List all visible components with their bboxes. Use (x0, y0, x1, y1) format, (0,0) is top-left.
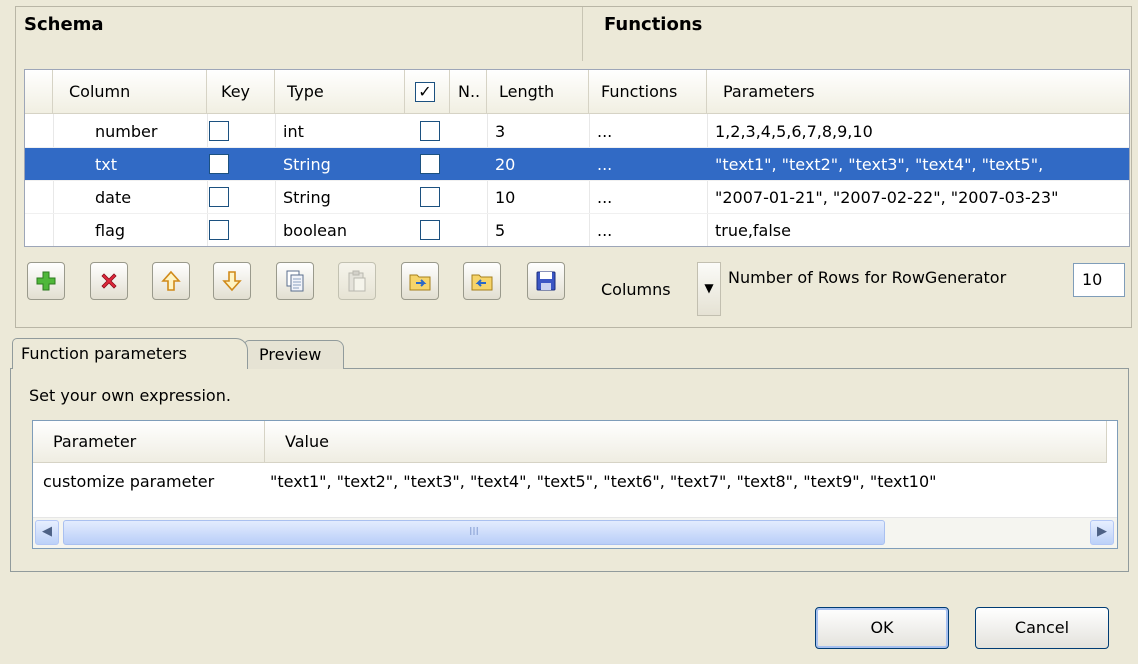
table-row[interactable]: date String 10 ... "2007-01-21", "2007-0… (25, 181, 1129, 214)
export-icon (471, 274, 493, 291)
table-header: Column Key Type ✓ N.. Length Functions P… (25, 70, 1129, 114)
rows-label: Number of Rows for RowGenerator (728, 268, 1007, 287)
key-checkbox[interactable] (209, 121, 229, 141)
move-up-icon (161, 270, 181, 291)
tab-function-parameters[interactable]: Function parameters (12, 338, 248, 369)
ok-button[interactable]: OK (815, 607, 949, 649)
columns-label: Columns (601, 280, 671, 299)
nullable-checkbox[interactable] (420, 121, 440, 141)
header-key[interactable]: Key (207, 70, 275, 114)
cell-length[interactable]: 10 (487, 181, 587, 214)
cell-parameters[interactable]: "2007-01-21", "2007-02-22", "2007-03-23" (707, 181, 1129, 214)
cell-parameters[interactable]: 1,2,3,4,5,6,7,8,9,10 (707, 115, 1129, 148)
cell-functions[interactable]: ... (589, 115, 707, 148)
rows-count-input[interactable]: 10 (1073, 263, 1125, 297)
chevron-right-icon: ▶ (1097, 524, 1107, 539)
cell-length[interactable]: 3 (487, 115, 587, 148)
table-row[interactable]: flag boolean 5 ... true,false (25, 214, 1129, 246)
scroll-right-button[interactable]: ▶ (1090, 520, 1114, 545)
cell-parameters[interactable]: true,false (707, 214, 1129, 246)
cell-parameter[interactable]: customize parameter (43, 465, 265, 499)
save-icon (536, 271, 556, 291)
cell-column[interactable]: number (87, 115, 205, 148)
paste-icon (348, 270, 366, 292)
cell-parameters[interactable]: "text1", "text2", "text3", "text4", "tex… (707, 148, 1129, 181)
header-type[interactable]: Type (275, 70, 405, 114)
columns-dropdown-button[interactable]: ▼ (697, 262, 721, 316)
import-button[interactable] (401, 262, 439, 300)
cell-functions[interactable]: ... (589, 148, 707, 181)
paste-button[interactable] (338, 262, 376, 300)
move-down-icon (222, 271, 242, 292)
cell-type[interactable]: int (275, 115, 405, 148)
scrollbar-thumb[interactable]: III (63, 520, 885, 545)
cell-type[interactable]: String (275, 148, 405, 181)
cell-column[interactable]: flag (87, 214, 205, 246)
copy-button[interactable] (276, 262, 314, 300)
functions-title: Functions (604, 14, 703, 35)
schema-title: Schema (24, 14, 104, 35)
save-button[interactable] (527, 262, 565, 300)
cell-column[interactable]: date (87, 181, 205, 214)
key-checkbox[interactable] (209, 154, 229, 174)
header-value[interactable]: Value (265, 421, 1107, 463)
import-icon (409, 274, 431, 291)
header-nullable[interactable]: N.. (450, 70, 487, 114)
delete-icon (101, 273, 117, 289)
title-divider (582, 7, 583, 61)
nullable-checkbox[interactable] (420, 187, 440, 207)
delete-button[interactable] (90, 262, 128, 300)
cell-type[interactable]: boolean (275, 214, 405, 246)
header-parameter[interactable]: Parameter (33, 421, 265, 463)
check-icon[interactable]: ✓ (415, 82, 435, 102)
header-row-selector (25, 70, 53, 114)
key-checkbox[interactable] (209, 220, 229, 240)
nullable-checkbox[interactable] (420, 154, 440, 174)
nullable-checkbox[interactable] (420, 220, 440, 240)
header-column[interactable]: Column (53, 70, 207, 114)
parameter-table: Parameter Value customize parameter "tex… (32, 420, 1118, 549)
add-button[interactable] (27, 262, 65, 300)
key-checkbox[interactable] (209, 187, 229, 207)
add-icon (36, 271, 56, 291)
header-functions[interactable]: Functions (589, 70, 707, 114)
tab-preview[interactable]: Preview (244, 340, 344, 369)
cancel-button[interactable]: Cancel (975, 607, 1109, 649)
copy-icon (286, 270, 304, 292)
cell-functions[interactable]: ... (589, 181, 707, 214)
table-row[interactable]: number int 3 ... 1,2,3,4,5,6,7,8,9,10 (25, 115, 1129, 148)
expression-description: Set your own expression. (29, 386, 231, 405)
dropdown-arrow-icon: ▼ (704, 281, 714, 295)
cell-length[interactable]: 5 (487, 214, 587, 246)
scroll-left-button[interactable]: ◀ (35, 520, 59, 545)
chevron-left-icon: ◀ (42, 524, 52, 539)
header-nullable-checkbox[interactable]: ✓ (405, 70, 450, 114)
move-up-button[interactable] (152, 262, 190, 300)
cell-type[interactable]: String (275, 181, 405, 214)
header-length[interactable]: Length (487, 70, 589, 114)
cell-value[interactable]: "text1", "text2", "text3", "text4", "tex… (267, 465, 1117, 499)
cell-column[interactable]: txt (87, 148, 205, 181)
cell-length[interactable]: 20 (487, 148, 587, 181)
horizontal-scrollbar[interactable]: ◀ III ▶ (33, 517, 1117, 548)
cell-functions[interactable]: ... (589, 214, 707, 246)
header-parameters[interactable]: Parameters (707, 70, 1129, 114)
schema-table: Column Key Type ✓ N.. Length Functions P… (24, 69, 1130, 247)
move-down-button[interactable] (213, 262, 251, 300)
export-button[interactable] (463, 262, 501, 300)
table-row[interactable]: txt String 20 ... "text1", "text2", "tex… (25, 148, 1129, 181)
